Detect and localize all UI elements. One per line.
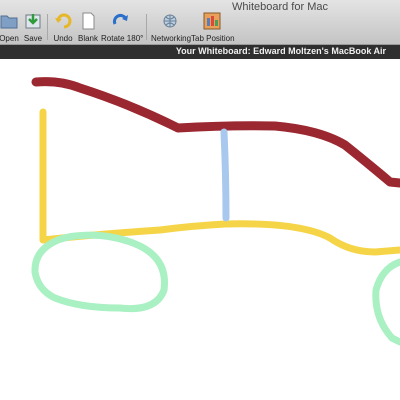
folder-icon <box>0 15 18 29</box>
window-titlebar: Whiteboard for Mac Open Save Undo Blank <box>0 0 400 45</box>
toolbar-separator <box>47 14 48 40</box>
blank-label: Blank <box>77 34 98 43</box>
window-title: Whiteboard for Mac <box>232 1 328 13</box>
stroke-green <box>31 231 168 313</box>
undo-label: Undo <box>53 34 73 43</box>
toolbar-separator <box>146 14 147 40</box>
open-button[interactable]: Open <box>0 12 20 44</box>
save-button[interactable]: Save <box>22 12 44 44</box>
networking-icon <box>163 14 177 28</box>
save-label: Save <box>23 34 43 43</box>
stroke-red <box>31 77 400 188</box>
stroke-blue <box>220 128 230 222</box>
whiteboard-canvas[interactable] <box>0 60 400 400</box>
networking-label: Networking <box>151 34 192 43</box>
stroke-green-right <box>372 258 400 346</box>
open-label: Open <box>0 34 19 43</box>
blank-button[interactable]: Blank <box>76 12 100 44</box>
rotate-label: Rotate 180° <box>101 34 144 43</box>
blank-page-icon <box>82 12 95 30</box>
networking-button[interactable]: Networking <box>151 12 192 44</box>
undo-icon <box>55 13 72 29</box>
tab-position-icon <box>203 12 221 30</box>
save-icon <box>25 14 41 29</box>
tab-position-button[interactable]: Tab Position <box>191 12 235 44</box>
undo-button[interactable]: Undo <box>52 12 74 44</box>
rotate-icon <box>112 13 128 25</box>
rotate-button[interactable]: Rotate 180° <box>101 12 144 44</box>
tab-position-label: Tab Position <box>191 34 235 43</box>
whiteboard-owner-label: Your Whiteboard: Edward Moltzen's MacBoo… <box>175 46 386 56</box>
whiteboard-banner: Your Whiteboard: Edward Moltzen's MacBoo… <box>0 45 400 59</box>
